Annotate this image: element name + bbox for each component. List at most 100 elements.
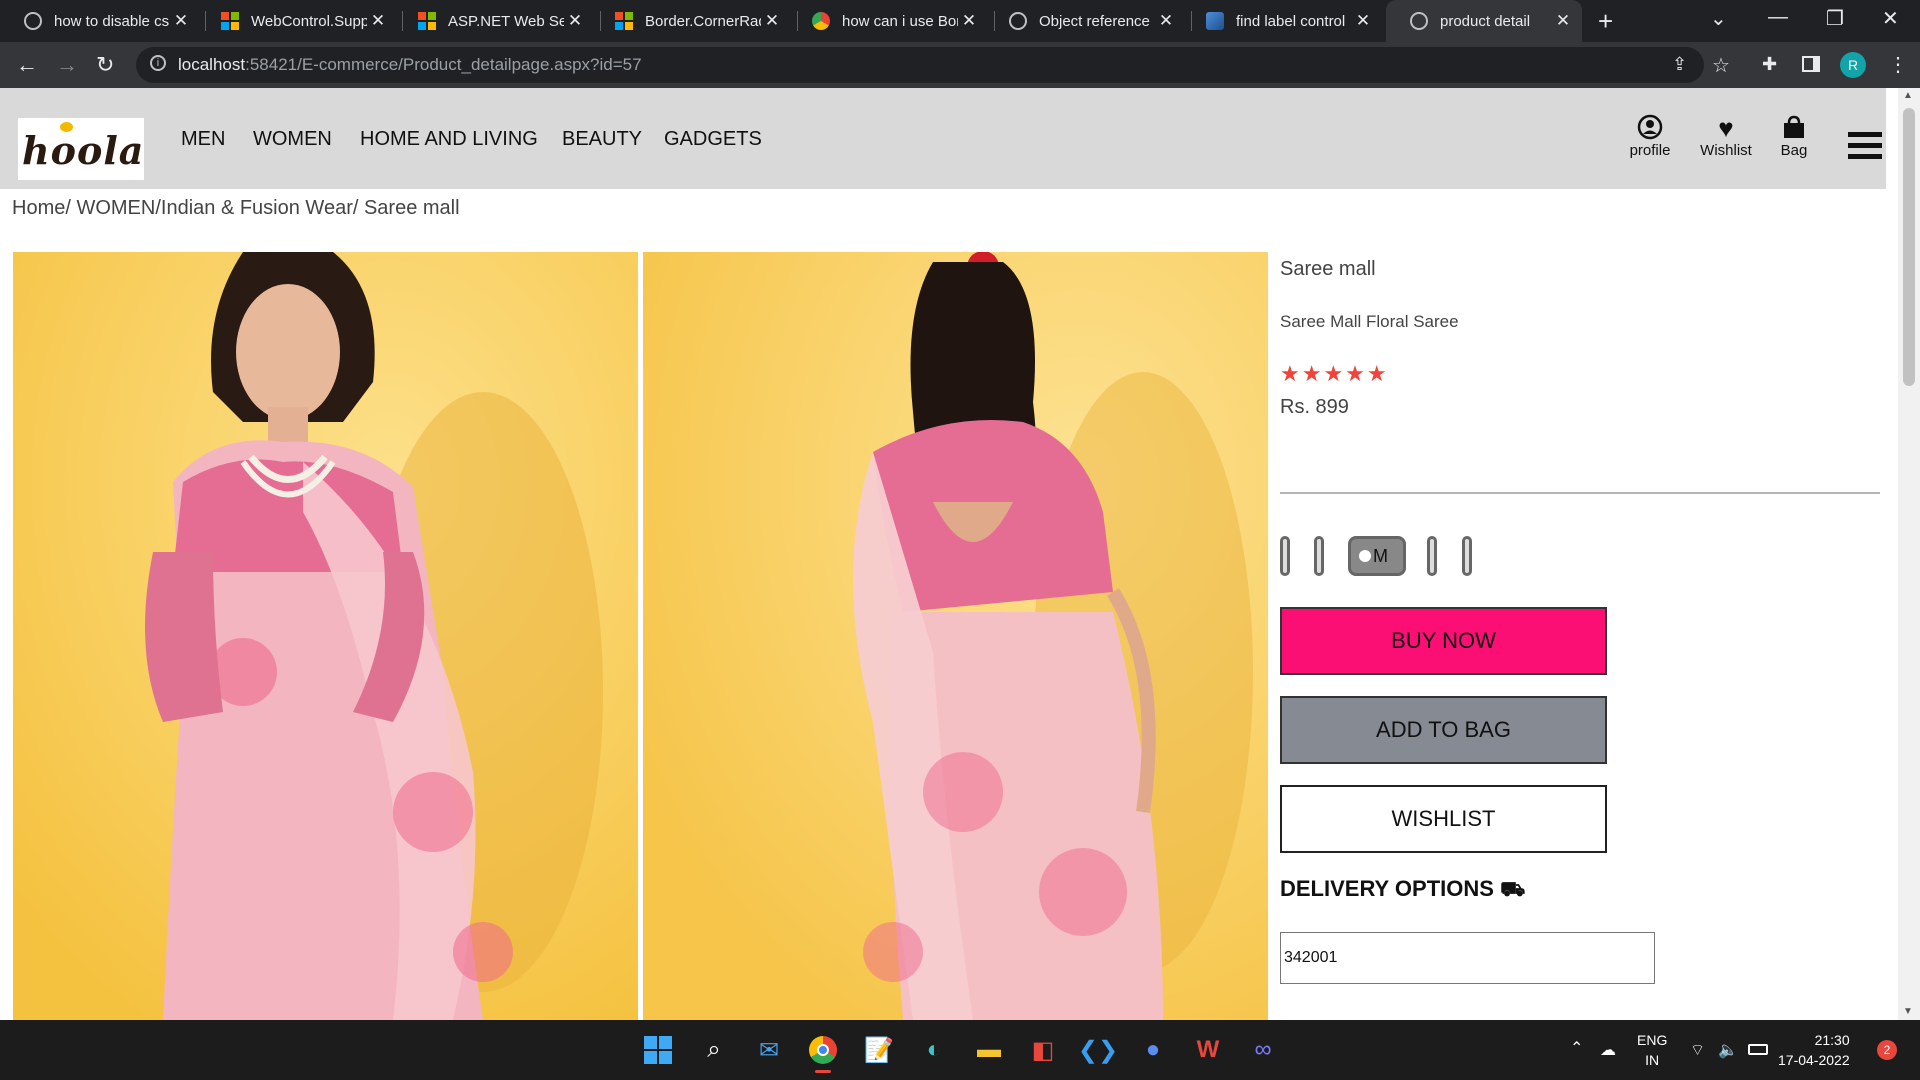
menu-kebab-icon[interactable]: ⋮: [1888, 52, 1908, 77]
nav-link-women[interactable]: WOMEN: [253, 128, 332, 151]
close-tab-icon[interactable]: ✕: [761, 11, 783, 31]
size-option[interactable]: [1314, 536, 1324, 576]
side-panel-icon[interactable]: [1802, 56, 1820, 72]
edge-icon[interactable]: ◐: [916, 1032, 952, 1068]
tab-title: how to disable cs: [54, 12, 170, 30]
microsoft-icon: [615, 12, 633, 30]
browser-tab[interactable]: ASP.NET Web Ser ✕: [394, 0, 594, 42]
bookmark-star-icon[interactable]: ☆: [1712, 53, 1730, 78]
visual-studio-icon[interactable]: ∞: [1245, 1032, 1281, 1068]
tab-title: Object reference: [1039, 12, 1150, 30]
tab-title: product detail: [1440, 12, 1531, 30]
wishlist-button[interactable]: WISHLIST: [1280, 785, 1607, 853]
tab-title: WebControl.Supp: [251, 12, 367, 30]
site-header: hoola MEN WOMEN HOME AND LIVING BEAUTY G…: [0, 88, 1886, 189]
forward-icon[interactable]: →: [56, 52, 78, 78]
wishlist-link[interactable]: ♥ Wishlist: [1694, 114, 1758, 159]
product-image-back[interactable]: [643, 252, 1268, 1020]
windows-start-icon[interactable]: [640, 1032, 676, 1068]
breadcrumb[interactable]: Home/ WOMEN/Indian & Fusion Wear/ Saree …: [12, 197, 460, 220]
bag-link[interactable]: Bag: [1774, 114, 1814, 159]
tab-title: ASP.NET Web Ser: [448, 12, 564, 30]
profile-link[interactable]: profile: [1622, 114, 1678, 159]
buy-now-button[interactable]: BUY NOW: [1280, 607, 1607, 675]
wps-icon[interactable]: W: [1190, 1032, 1226, 1068]
scroll-up-arrow-icon[interactable]: ▲: [1903, 90, 1913, 101]
microsoft-icon: [418, 12, 436, 30]
hamburger-menu-icon[interactable]: [1848, 132, 1882, 160]
notepad-icon[interactable]: 📝: [861, 1032, 897, 1068]
back-icon[interactable]: ←: [16, 52, 38, 78]
web-page: hoola MEN WOMEN HOME AND LIVING BEAUTY G…: [0, 88, 1898, 1020]
close-tab-icon[interactable]: ✕: [958, 11, 980, 31]
browser-tab[interactable]: how can i use Bor ✕: [788, 0, 988, 42]
minimize-button[interactable]: —: [1768, 6, 1788, 29]
product-price: Rs. 899: [1280, 396, 1349, 418]
chrome-taskbar-icon[interactable]: [805, 1032, 841, 1068]
scrollbar-thumb[interactable]: [1903, 108, 1915, 386]
close-tab-icon[interactable]: ✕: [1552, 11, 1574, 31]
globe-icon: [24, 12, 42, 30]
office-icon[interactable]: ◧: [1025, 1032, 1061, 1068]
profile-avatar[interactable]: R: [1840, 52, 1866, 78]
pincode-input[interactable]: [1280, 932, 1655, 984]
onedrive-icon[interactable]: ☁: [1600, 1040, 1616, 1060]
close-tab-icon[interactable]: ✕: [564, 11, 586, 31]
volume-icon[interactable]: 🔈: [1718, 1040, 1738, 1060]
size-option[interactable]: [1280, 536, 1290, 576]
scroll-down-arrow-icon[interactable]: ▼: [1903, 1006, 1913, 1017]
file-explorer-icon[interactable]: ▬: [971, 1032, 1007, 1068]
add-to-bag-button[interactable]: ADD TO BAG: [1280, 696, 1607, 764]
extensions-icon[interactable]: ✚: [1762, 54, 1777, 75]
size-option[interactable]: [1462, 536, 1472, 576]
radio-dot-icon: [1359, 550, 1371, 562]
vscode-icon[interactable]: ❮❯: [1078, 1032, 1118, 1068]
browser-tab[interactable]: WebControl.Supp ✕: [197, 0, 397, 42]
battery-icon[interactable]: [1748, 1044, 1768, 1055]
product-image-front[interactable]: [13, 252, 638, 1020]
user-circle-icon: [1622, 114, 1678, 142]
close-tab-icon[interactable]: ✕: [170, 11, 192, 31]
new-tab-button[interactable]: +: [1598, 6, 1613, 37]
tab-title: find label control: [1236, 12, 1346, 30]
truck-icon: ⛟: [1500, 879, 1526, 901]
nav-link-men[interactable]: MEN: [181, 128, 225, 151]
browser-tab[interactable]: how to disable cs ✕: [0, 0, 200, 42]
close-tab-icon[interactable]: ✕: [1155, 11, 1177, 31]
browser-tab[interactable]: find label control ✕: [1182, 0, 1382, 42]
microsoft-icon: [221, 12, 239, 30]
share-icon[interactable]: ⇪: [1672, 54, 1687, 75]
browser-tab-strip: how to disable cs ✕ WebControl.Supp ✕ AS…: [0, 0, 1920, 42]
site-info-icon[interactable]: i: [150, 55, 166, 71]
product-name: Saree Mall Floral Saree: [1280, 312, 1459, 331]
url-text[interactable]: localhost:58421/E-commerce/Product_detai…: [178, 55, 642, 75]
chrome-icon: [812, 12, 830, 30]
restore-button[interactable]: ❐: [1826, 6, 1844, 31]
divider: [1280, 492, 1880, 494]
system-clock[interactable]: 21:30 17-04-2022: [1778, 1030, 1850, 1070]
language-indicator[interactable]: ENG IN: [1637, 1030, 1667, 1070]
close-tab-icon[interactable]: ✕: [1352, 11, 1374, 31]
close-tab-icon[interactable]: ✕: [367, 11, 389, 31]
browser-tab-active[interactable]: product detail ✕: [1386, 0, 1582, 42]
tab-search-icon[interactable]: ⌄: [1710, 6, 1727, 31]
reload-icon[interactable]: ↻: [96, 52, 114, 78]
browser-tab[interactable]: Border.CornerRad ✕: [591, 0, 791, 42]
site-logo[interactable]: hoola: [18, 118, 144, 180]
nav-link-gadgets[interactable]: GADGETS: [664, 128, 762, 151]
nav-link-home-and-living[interactable]: HOME AND LIVING: [360, 128, 538, 151]
chat-icon[interactable]: ●: [1135, 1032, 1171, 1068]
notification-badge[interactable]: 2: [1877, 1040, 1897, 1060]
wifi-icon[interactable]: ⌔: [1690, 1040, 1705, 1060]
size-option[interactable]: [1427, 536, 1437, 576]
product-brand: Saree mall: [1280, 258, 1376, 280]
browser-tab[interactable]: Object reference ✕: [985, 0, 1185, 42]
globe-icon: [1009, 12, 1027, 30]
show-hidden-icons[interactable]: ⌃: [1570, 1038, 1583, 1058]
size-option-selected[interactable]: M: [1348, 536, 1406, 576]
shopping-bag-icon: [1774, 114, 1814, 142]
close-window-button[interactable]: ✕: [1882, 6, 1899, 31]
mail-icon[interactable]: ✉: [751, 1032, 787, 1068]
nav-link-beauty[interactable]: BEAUTY: [562, 128, 642, 151]
search-icon[interactable]: ⌕: [696, 1032, 732, 1068]
